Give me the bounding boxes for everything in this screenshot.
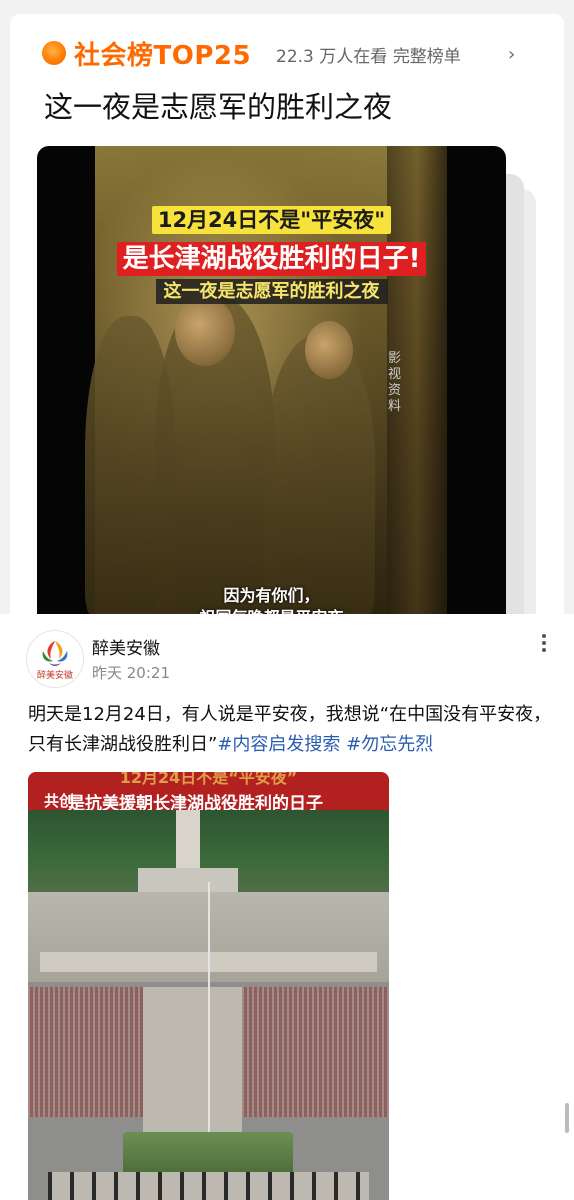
separator: · [382,47,388,67]
full-list-label: 完整榜单 [392,47,461,67]
monument [176,810,200,872]
chevron-right-icon[interactable]: › [508,44,515,65]
soldier-figure [265,336,375,614]
video-caption-2: 是长津湖战役胜利的日子! [37,238,506,276]
post-body: 明天是12月24日，有人说是平安夜，我想说“在中国没有平安夜，只有长津湖战役胜利… [28,700,558,760]
flag-platform [123,1132,293,1177]
image-caption-band: 12月24日不是“平安夜” 共创 是抗美援朝长津湖战役胜利的日子 [28,772,389,814]
post-timestamp: 昨天 20:21 [92,664,170,682]
video-subtitle-2: 祖国每晚都是平安夜 [37,604,506,614]
full-list-link[interactable]: · 完整榜单 [382,42,461,67]
fire-icon [42,41,66,65]
rank-header[interactable]: 社会榜TOP25 [42,36,252,71]
video-subtitle-1: 因为有你们， [223,586,320,605]
video-watermark: 影视资料 [388,351,402,414]
viewer-count: 22.3 万人在看 [276,47,388,67]
scrollbar[interactable] [565,1103,569,1133]
crowd-left [28,987,143,1117]
rank-title: 社会榜TOP25 [74,40,252,71]
crowd-right [242,987,389,1117]
hashtag-martyrs[interactable]: #勿忘先烈 [346,734,433,755]
post-image[interactable]: 12月24日不是“平安夜” 共创 是抗美援朝长津湖战役胜利的日子 [28,772,389,1200]
caption-1-text: 12月24日不是"平安夜" [151,206,392,234]
logo-icon: 醉美安徽 [37,641,73,681]
avatar[interactable]: 醉美安徽 [26,630,84,688]
trending-headline[interactable]: 这一夜是志愿军的胜利之夜 [44,84,392,126]
hashtag-search[interactable]: #内容启发搜索 [217,734,340,755]
more-vertical-icon[interactable] [538,632,550,656]
video-caption-3: 这一夜是志愿军的胜利之夜 [37,277,506,304]
flagpole [208,882,210,1142]
avatar-caption: 醉美安徽 [37,669,73,681]
soldier-head [305,321,353,379]
caption-2-text: 是长津湖战役胜利的日子! [116,242,427,276]
trending-card[interactable]: 社会榜TOP25 22.3 万人在看 · 完整榜单 › 这一夜是志愿军的胜利之夜… [10,14,564,614]
soldier-head [175,296,235,366]
honor-guard [48,1172,369,1200]
video-thumbnail[interactable]: 12月24日不是"平安夜" 是长津湖战役胜利的日子! 这一夜是志愿军的胜利之夜 … [37,146,506,614]
video-caption-1: 12月24日不是"平安夜" [37,204,506,234]
caption-3-text: 这一夜是志愿军的胜利之夜 [155,279,388,304]
post-card[interactable]: 醉美安徽 醉美安徽 昨天 20:21 明天是12月24日，有人说是平安夜，我想说… [0,614,574,1200]
image-caption-top: 12月24日不是“平安夜” [119,772,298,787]
author-name[interactable]: 醉美安徽 [92,634,160,659]
